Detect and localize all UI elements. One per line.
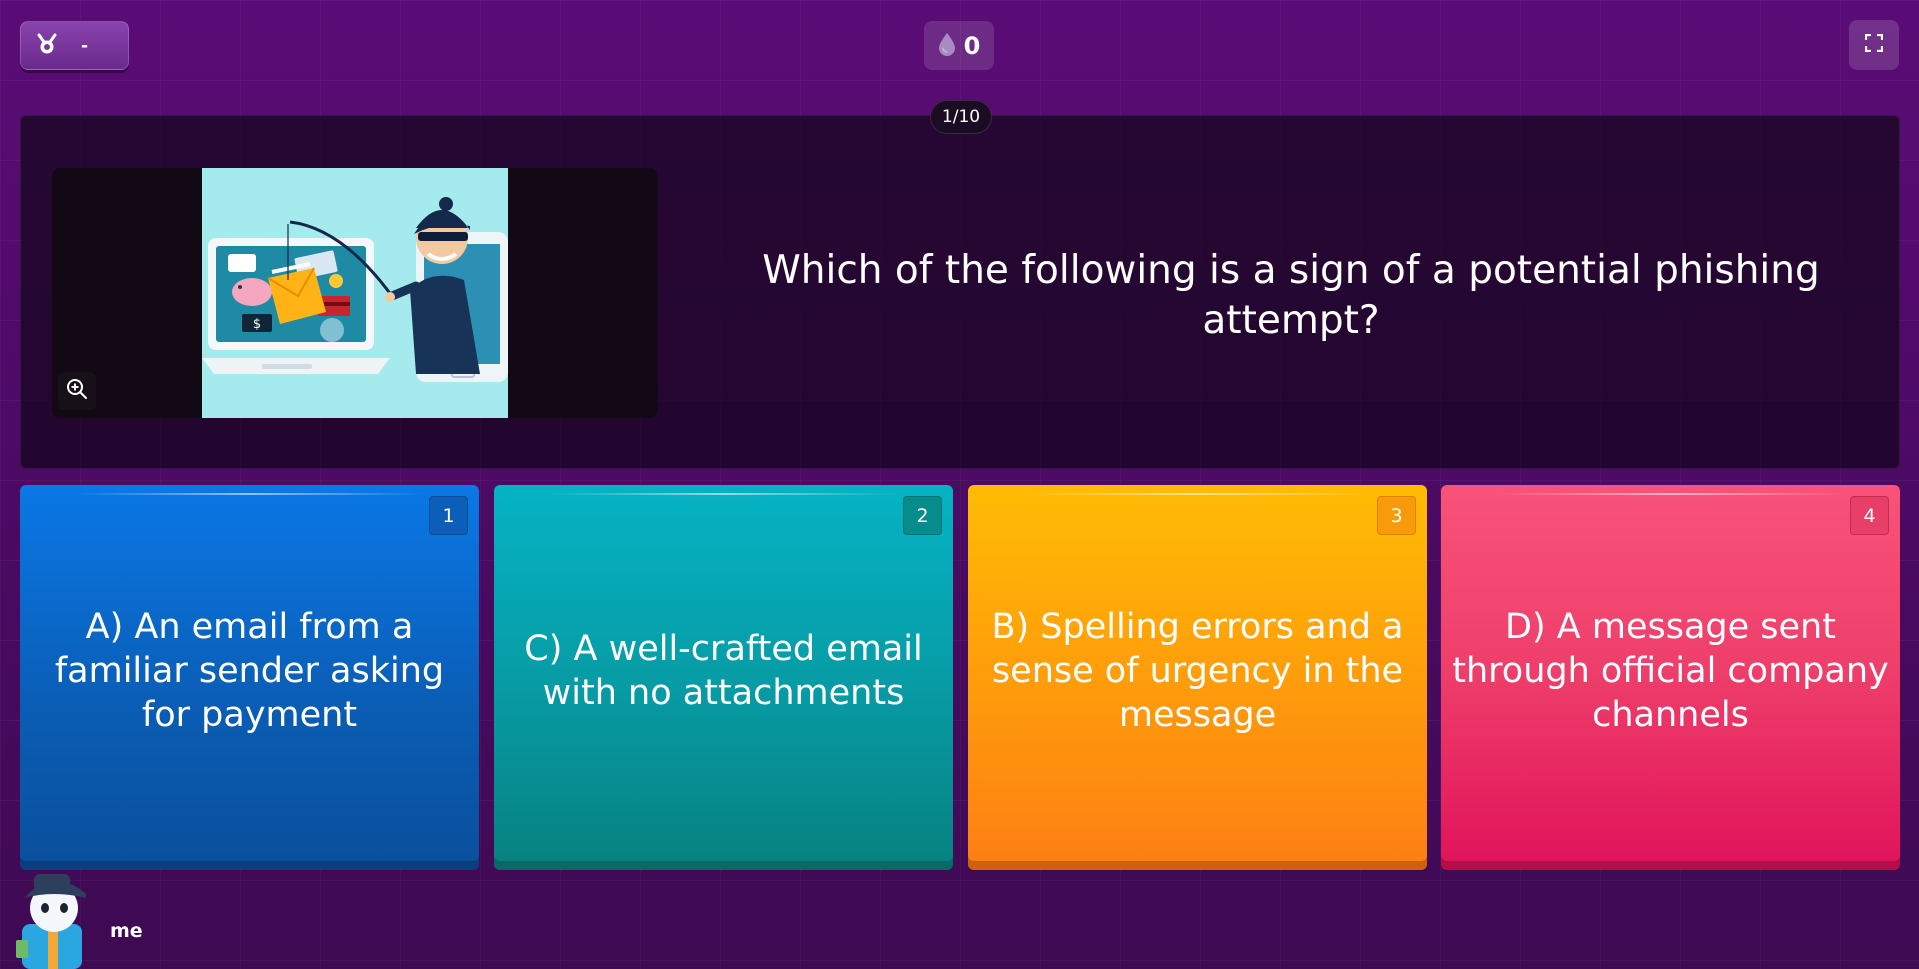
svg-text:$: $: [253, 317, 261, 332]
fullscreen-button[interactable]: [1849, 20, 1899, 70]
question-text: Which of the following is a sign of a po…: [762, 248, 1820, 343]
top-bar: - 0: [0, 0, 1919, 90]
player-info: me: [14, 868, 214, 969]
answer-text: A) An email from a familiar sender askin…: [54, 606, 445, 735]
droplet-icon: [938, 32, 956, 60]
coin-count: 0: [963, 31, 981, 60]
fullscreen-icon: [1864, 33, 1884, 56]
answer-key-badge: 4: [1850, 496, 1889, 535]
answer-text: B) Spelling errors and a sense of urgenc…: [991, 606, 1404, 735]
zoom-button[interactable]: [58, 372, 96, 410]
answer-text: C) A well-crafted email with no attachme…: [524, 628, 923, 713]
rank-value: -: [81, 35, 89, 56]
answer-text: D) A message sent through official compa…: [1452, 606, 1889, 735]
answer-key-badge: 3: [1377, 496, 1416, 535]
rank-button[interactable]: -: [20, 21, 129, 70]
answer-option-2[interactable]: 2 C) A well-crafted email with no attach…: [494, 485, 953, 870]
answer-option-3[interactable]: 3 B) Spelling errors and a sense of urge…: [968, 485, 1427, 870]
answer-key-badge: 2: [903, 496, 942, 535]
player-name: me: [110, 920, 143, 942]
answer-option-4[interactable]: 4 D) A message sent through official com…: [1441, 485, 1900, 870]
question-card: $ Which of the following is a sign of a …: [20, 115, 1900, 469]
coin-counter: 0: [924, 21, 994, 70]
question-counter: 1/10: [930, 100, 992, 134]
answer-option-1[interactable]: 1 A) An email from a familiar sender ask…: [20, 485, 479, 870]
question-media: $: [52, 168, 658, 418]
zoom-in-icon: [66, 378, 88, 404]
avatar: [16, 874, 86, 969]
question-image[interactable]: $: [202, 168, 508, 418]
medal-icon: [35, 32, 59, 60]
answer-key-badge: 1: [429, 496, 468, 535]
